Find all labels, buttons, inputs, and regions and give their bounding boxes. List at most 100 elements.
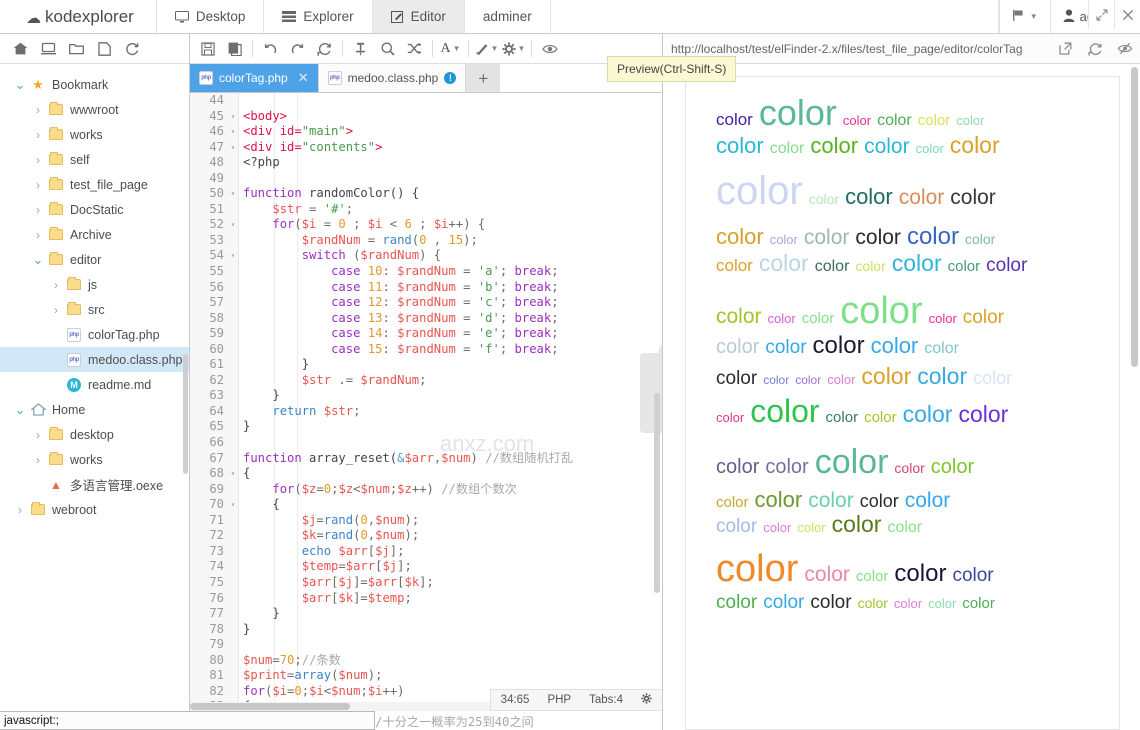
color-word[interactable]: color <box>826 409 859 427</box>
tab-size-indicator[interactable]: Tabs:4 <box>589 694 623 706</box>
color-word[interactable]: color <box>716 368 757 389</box>
color-word[interactable]: color <box>894 560 946 588</box>
highlight-icon[interactable]: ▼ <box>473 35 500 62</box>
reload-icon[interactable] <box>311 35 338 62</box>
chevron-down-icon[interactable]: ⌄ <box>12 77 28 93</box>
color-word[interactable]: color <box>855 258 885 275</box>
color-word[interactable]: color <box>958 401 1008 428</box>
color-word[interactable]: color <box>813 333 865 360</box>
color-word[interactable]: color <box>924 340 959 358</box>
color-word[interactable]: color <box>973 368 1012 388</box>
editor-vertical-scrollbar[interactable] <box>654 393 660 593</box>
language-indicator[interactable]: PHP <box>547 694 571 706</box>
color-word[interactable]: color <box>716 548 798 591</box>
color-word[interactable]: color <box>963 307 1004 328</box>
save-icon[interactable] <box>194 35 221 62</box>
color-word[interactable]: color <box>858 596 888 612</box>
color-word[interactable]: color <box>827 372 855 388</box>
nav-tab-adminer[interactable]: adminer <box>464 0 551 33</box>
color-word[interactable]: color <box>716 305 762 329</box>
file-tab-medoo[interactable]: php medoo.class.php ! <box>318 64 467 92</box>
tree-item[interactable]: ▲ 多语言管理.oexe <box>0 472 189 497</box>
shuffle-icon[interactable] <box>401 35 428 62</box>
color-word[interactable]: color <box>755 488 803 513</box>
color-word[interactable]: color <box>716 456 759 478</box>
close-icon[interactable] <box>1114 0 1140 29</box>
color-word[interactable]: color <box>770 232 798 248</box>
refresh-icon[interactable] <box>118 35 146 63</box>
color-word[interactable]: color <box>840 290 922 333</box>
file-icon[interactable] <box>90 35 118 63</box>
fold-toggle-icon[interactable]: ▾ <box>228 108 238 125</box>
color-word[interactable]: color <box>864 409 897 427</box>
chevron-down-icon[interactable]: ⌄ <box>30 252 46 268</box>
color-word[interactable]: color <box>716 592 757 613</box>
chevron-right-icon[interactable]: › <box>30 228 46 242</box>
color-word[interactable]: color <box>871 333 919 359</box>
chevron-right-icon[interactable]: › <box>30 103 46 117</box>
color-word[interactable]: color <box>855 226 901 250</box>
color-word[interactable]: color <box>763 521 791 536</box>
chevron-right-icon[interactable]: › <box>30 178 46 192</box>
language-flag-button[interactable]: ▼ <box>998 0 1050 33</box>
tree-item[interactable]: › works <box>0 122 189 147</box>
fold-toggle-icon[interactable]: ▾ <box>228 248 238 265</box>
color-word[interactable]: color <box>716 494 749 512</box>
home-icon[interactable] <box>6 35 34 63</box>
tree-item[interactable]: ⌄ editor <box>0 247 189 272</box>
gear-icon[interactable] <box>641 693 652 707</box>
color-word[interactable]: color <box>804 563 850 587</box>
color-word[interactable]: color <box>815 258 850 276</box>
color-word[interactable]: color <box>768 312 796 327</box>
tree-item[interactable]: › self <box>0 147 189 172</box>
fold-toggle-icon[interactable]: ▾ <box>228 124 238 140</box>
color-word[interactable]: color <box>917 364 967 390</box>
chevron-right-icon[interactable]: › <box>30 128 46 142</box>
color-word[interactable]: color <box>808 489 854 513</box>
color-word[interactable]: color <box>916 142 944 157</box>
color-word[interactable]: color <box>750 394 819 430</box>
color-word[interactable]: color <box>716 256 753 275</box>
color-word[interactable]: color <box>962 596 995 613</box>
fold-toggle-icon[interactable]: ▾ <box>228 217 238 233</box>
new-tab-button[interactable]: + <box>466 64 501 92</box>
color-word[interactable]: color <box>716 516 757 537</box>
pin-icon[interactable] <box>347 35 374 62</box>
color-word[interactable]: color <box>763 373 789 387</box>
file-tree[interactable]: ⌄ ★ Bookmark › wwwroot › works › self › test_file_… <box>0 64 189 730</box>
color-word[interactable]: color <box>716 224 764 250</box>
chevron-right-icon[interactable]: › <box>30 453 46 467</box>
color-word[interactable]: color <box>918 112 951 130</box>
color-word[interactable]: color <box>716 336 759 358</box>
tree-item[interactable]: › desktop <box>0 422 189 447</box>
color-word[interactable]: color <box>845 184 893 210</box>
undo-icon[interactable] <box>257 35 284 62</box>
tree-item[interactable]: › webroot <box>0 497 189 522</box>
chevron-right-icon[interactable]: › <box>30 153 46 167</box>
color-word[interactable]: color <box>765 456 808 478</box>
tree-item[interactable]: › DocStatic <box>0 197 189 222</box>
tree-item[interactable]: › Archive <box>0 222 189 247</box>
eye-slash-icon[interactable] <box>1110 34 1140 63</box>
color-word[interactable]: color <box>907 224 959 251</box>
color-word[interactable]: color <box>763 592 804 613</box>
chevron-down-icon[interactable]: ⌄ <box>12 402 28 418</box>
color-word[interactable]: color <box>950 186 996 210</box>
color-word[interactable]: color <box>716 169 803 214</box>
settings-icon[interactable]: ▼ <box>500 35 527 62</box>
color-word[interactable]: color <box>810 592 851 613</box>
preview-url-text[interactable]: http://localhost/test/elFinder-2.x/files… <box>663 42 1050 56</box>
close-icon[interactable]: ✕ <box>298 70 309 86</box>
color-word[interactable]: color <box>864 135 910 159</box>
chevron-right-icon[interactable]: › <box>48 278 64 292</box>
color-word[interactable]: color <box>716 110 753 129</box>
fold-toggle-icon[interactable]: ▾ <box>228 466 238 482</box>
tree-item[interactable]: › test_file_page <box>0 172 189 197</box>
preview-eye-icon[interactable] <box>536 35 563 62</box>
nav-tab-editor[interactable]: Editor <box>372 0 465 33</box>
color-word[interactable]: color <box>795 373 821 387</box>
tree-item[interactable]: ⌄ ★ Bookmark <box>0 72 189 97</box>
refresh-icon[interactable] <box>1080 34 1110 63</box>
color-word[interactable]: color <box>931 456 974 478</box>
chevron-right-icon[interactable]: › <box>30 203 46 217</box>
